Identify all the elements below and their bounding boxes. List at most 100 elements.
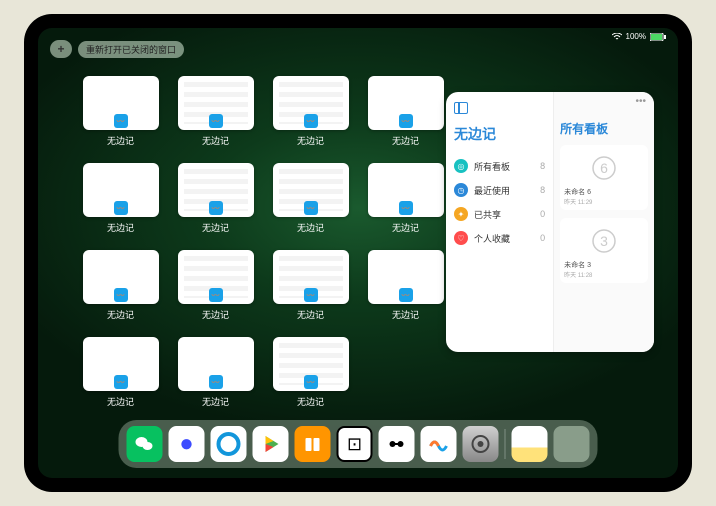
window-preview[interactable]	[178, 163, 254, 217]
window-thumbnail[interactable]: 无边记	[268, 337, 353, 408]
nav-item-count: 8	[540, 161, 545, 171]
ipad-frame: 100% + 重新打开已关闭的窗口 无边记无边记无边记无边记无边记无边记无边记无…	[24, 14, 692, 492]
reopen-closed-window-button[interactable]: 重新打开已关闭的窗口	[78, 41, 184, 58]
dock-app-play[interactable]	[253, 426, 289, 462]
dock-app-wechat[interactable]	[127, 426, 163, 462]
nav-item[interactable]: ♡ 个人收藏 0	[454, 226, 545, 250]
window-thumbnail[interactable]: 无边记	[363, 76, 448, 147]
window-thumbnail[interactable]: 无边记	[268, 76, 353, 147]
window-thumbnail[interactable]: 无边记	[173, 76, 258, 147]
dock: ●⊡	[119, 420, 598, 468]
dock-app-settings[interactable]	[463, 426, 499, 462]
nav-item-label: 个人收藏	[474, 232, 510, 245]
window-preview[interactable]	[83, 250, 159, 304]
dock-app-dots[interactable]: ⊡	[337, 426, 373, 462]
nav-item[interactable]: ◎所有看板8	[454, 154, 545, 178]
window-label: 无边记	[107, 395, 134, 408]
window-thumbnail[interactable]: 无边记	[78, 163, 163, 234]
board-sketch: 6	[564, 149, 644, 187]
board-card[interactable]: 3未命名 3昨天 11:28	[560, 218, 648, 283]
new-window-button[interactable]: +	[50, 40, 72, 58]
panel-boards: 所有看板 6未命名 6昨天 11:293未命名 3昨天 11:28	[554, 92, 654, 352]
window-thumbnail[interactable]: 无边记	[173, 337, 258, 408]
nav-item-icon: ✦	[454, 207, 468, 221]
dock-app-bw[interactable]	[379, 426, 415, 462]
nav-item-icon: ◎	[454, 159, 468, 173]
window-thumbnail[interactable]: 无边记	[363, 163, 448, 234]
freeform-sidebar-panel[interactable]: ••• 无边记 ◎所有看板8◷最近使用8✦已共享0♡个人收藏0 所有看板 6未命…	[446, 92, 654, 352]
board-card[interactable]: 6未命名 6昨天 11:29	[560, 145, 648, 210]
wifi-icon	[612, 33, 622, 41]
window-preview[interactable]	[368, 163, 444, 217]
window-label: 无边记	[297, 308, 324, 321]
battery-icon	[650, 33, 666, 41]
window-preview[interactable]	[368, 76, 444, 130]
nav-item-count: 0	[540, 233, 545, 243]
window-thumbnail[interactable]: 无边记	[78, 76, 163, 147]
window-preview[interactable]	[273, 76, 349, 130]
more-icon[interactable]: •••	[635, 96, 646, 107]
window-preview[interactable]	[178, 337, 254, 391]
window-preview[interactable]	[273, 250, 349, 304]
dock-app-books[interactable]	[295, 426, 331, 462]
window-label: 无边记	[202, 221, 229, 234]
status-bar: 100%	[612, 32, 666, 41]
window-label: 无边记	[202, 134, 229, 147]
freeform-app-icon	[114, 201, 128, 215]
freeform-app-icon	[114, 288, 128, 302]
dock-app-notes[interactable]	[512, 426, 548, 462]
nav-item[interactable]: ✦ 已共享 0	[454, 202, 545, 226]
board-sketch: 3	[564, 222, 644, 260]
window-label: 无边记	[202, 395, 229, 408]
window-preview[interactable]	[368, 250, 444, 304]
nav-item-count: 8	[540, 185, 545, 195]
window-label: 无边记	[392, 134, 419, 147]
sidebar-toggle-icon[interactable]	[454, 102, 468, 114]
nav-item[interactable]: ◷最近使用8	[454, 178, 545, 202]
panel-title: 无边记	[454, 124, 545, 144]
freeform-app-icon	[209, 201, 223, 215]
window-thumbnail[interactable]: 无边记	[363, 250, 448, 321]
window-preview[interactable]	[273, 337, 349, 391]
window-preview[interactable]	[178, 250, 254, 304]
freeform-app-icon	[114, 375, 128, 389]
window-label: 无边记	[107, 134, 134, 147]
panel-nav: 无边记 ◎所有看板8◷最近使用8 ✦ 已共享 0 ♡ 个人收藏 0	[446, 92, 554, 352]
nav-item-icon: ♡	[454, 231, 468, 245]
freeform-app-icon	[399, 114, 413, 128]
freeform-app-icon	[399, 201, 413, 215]
board-meta: 未命名 6昨天 11:29	[564, 187, 644, 206]
freeform-app-icon	[304, 201, 318, 215]
window-preview[interactable]	[83, 76, 159, 130]
freeform-app-icon	[209, 288, 223, 302]
window-thumbnail[interactable]: 无边记	[78, 250, 163, 321]
dock-app-folder[interactable]	[554, 426, 590, 462]
window-thumbnail[interactable]: 无边记	[78, 337, 163, 408]
nav-item-count: 0	[540, 209, 545, 219]
window-preview[interactable]	[83, 337, 159, 391]
window-thumbnail[interactable]: 无边记	[268, 163, 353, 234]
dock-app-quark[interactable]: ●	[169, 426, 205, 462]
freeform-app-icon	[209, 375, 223, 389]
window-preview[interactable]	[83, 163, 159, 217]
window-thumbnail[interactable]: 无边记	[268, 250, 353, 321]
app-expose-grid: 无边记无边记无边记无边记无边记无边记无边记无边记无边记无边记无边记无边记无边记无…	[78, 76, 448, 408]
dock-app-qqbrowser[interactable]	[211, 426, 247, 462]
window-label: 无边记	[297, 395, 324, 408]
window-label: 无边记	[107, 221, 134, 234]
window-preview[interactable]	[273, 163, 349, 217]
freeform-app-icon	[209, 114, 223, 128]
freeform-app-icon	[399, 288, 413, 302]
window-label: 无边记	[107, 308, 134, 321]
nav-item-icon: ◷	[454, 183, 468, 197]
window-preview[interactable]	[178, 76, 254, 130]
window-label: 无边记	[202, 308, 229, 321]
window-thumbnail[interactable]: 无边记	[173, 163, 258, 234]
window-label: 无边记	[297, 221, 324, 234]
window-label: 无边记	[392, 221, 419, 234]
nav-item-label: 已共享	[474, 208, 501, 221]
dock-app-freeform[interactable]	[421, 426, 457, 462]
freeform-app-icon	[304, 375, 318, 389]
svg-text:3: 3	[600, 233, 608, 249]
window-thumbnail[interactable]: 无边记	[173, 250, 258, 321]
